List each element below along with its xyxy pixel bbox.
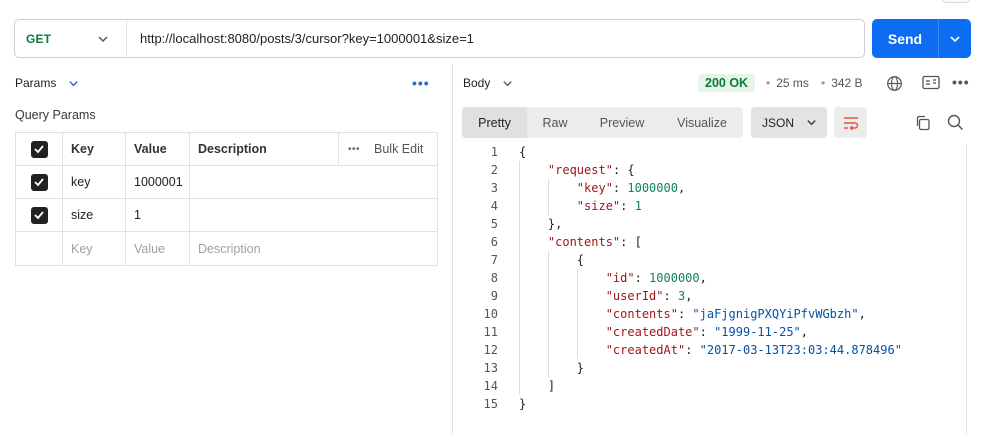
code-line: 3 "key": 1000000, (490, 181, 686, 195)
tab-preview[interactable]: Preview (583, 107, 661, 138)
bulk-edit-button[interactable]: ••• Bulk Edit (339, 133, 437, 165)
code-line: 10 "contents": "jaFjgnigPXQYiPfvWGbzh", (483, 307, 866, 321)
chevron-down-icon (98, 36, 108, 43)
more-icon: ••• (348, 143, 361, 155)
format-label: JSON (762, 115, 795, 130)
view-tabs: Pretty Raw Preview Visualize (462, 107, 743, 138)
query-params-title: Query Params (15, 108, 96, 122)
check-icon (34, 211, 44, 220)
response-time-value: 25 ms (776, 76, 809, 90)
bulk-edit-label: Bulk Edit (374, 142, 424, 156)
check-icon (34, 145, 44, 154)
code-line: 1{ (490, 145, 527, 159)
send-label: Send (887, 30, 923, 47)
more-icon[interactable]: ••• (952, 74, 970, 90)
save-response-icon[interactable] (922, 75, 940, 93)
status-badge[interactable]: 200 OK (698, 74, 756, 92)
tab-pretty[interactable]: Pretty (462, 107, 527, 138)
table-row: key 1000001 (16, 166, 437, 199)
wrap-lines-button[interactable] (834, 107, 867, 138)
body-tab-label: Body (463, 76, 491, 90)
code-line: 13 } (483, 361, 585, 375)
format-select[interactable]: JSON (751, 107, 827, 138)
wrap-lines-icon (843, 116, 858, 130)
params-tab[interactable]: Params (15, 76, 79, 90)
chevron-down-icon (503, 80, 513, 86)
tab-raw[interactable]: Raw (527, 107, 583, 138)
code-line: 9 "userId": 3, (490, 289, 693, 303)
panel-divider[interactable] (452, 64, 453, 435)
select-all-checkbox[interactable] (16, 133, 63, 165)
response-time[interactable]: • 25 ms (766, 76, 809, 90)
row-checkbox[interactable] (16, 166, 63, 198)
top-partial-button[interactable] (941, 0, 971, 3)
code-line: 8 "id": 1000000, (490, 271, 707, 285)
url-bar: GET http://localhost:8080/posts/3/cursor… (14, 19, 865, 58)
header-value: Value (126, 133, 190, 165)
header-description: Description (190, 133, 339, 165)
key-placeholder[interactable]: Key (63, 232, 126, 265)
code-line: 4 "size": 1 (490, 199, 642, 213)
method-select[interactable]: GET (15, 20, 127, 57)
check-icon (34, 178, 44, 187)
code-line: 15} (483, 397, 527, 411)
chevron-down-icon (950, 35, 960, 42)
code-line: 2 "request": { (490, 163, 635, 177)
table-header: Key Value Description ••• Bulk Edit (16, 133, 437, 166)
param-description[interactable] (190, 199, 437, 231)
value-placeholder[interactable]: Value (126, 232, 190, 265)
param-value[interactable]: 1000001 (126, 166, 190, 198)
param-key[interactable]: key (63, 166, 126, 198)
send-options-button[interactable] (939, 33, 971, 45)
param-key[interactable]: size (63, 199, 126, 231)
response-size[interactable]: • 342 B (821, 76, 863, 90)
table-row: size 1 (16, 199, 437, 232)
chevron-down-icon (807, 120, 816, 126)
more-icon[interactable]: ••• (412, 75, 430, 91)
send-button[interactable]: Send (872, 19, 971, 58)
code-line: 14 ] (483, 379, 556, 393)
row-checkbox-empty (16, 232, 63, 265)
body-tab[interactable]: Body (463, 76, 513, 90)
params-tab-label: Params (15, 76, 57, 90)
response-size-value: 342 B (831, 76, 863, 90)
globe-icon[interactable] (886, 75, 903, 95)
copy-icon[interactable] (915, 115, 931, 134)
row-checkbox[interactable] (16, 199, 63, 231)
chevron-down-icon (69, 80, 79, 86)
scroll-track (966, 145, 967, 435)
code-line: 11 "createdDate": "1999-11-25", (483, 325, 809, 339)
query-params-table: Key Value Description ••• Bulk Edit key 1… (15, 132, 438, 266)
code-line: 6 "contents": [ (490, 235, 642, 249)
response-body[interactable]: 1{ 2 "request": { 3 "key": 1000000, 4 "s… (462, 143, 902, 413)
table-row-empty: Key Value Description (16, 232, 437, 265)
description-placeholder[interactable]: Description (190, 232, 437, 265)
tab-visualize[interactable]: Visualize (661, 107, 743, 138)
code-line: 7 { (490, 253, 585, 267)
code-line: 5 }, (490, 217, 563, 231)
param-description[interactable] (190, 166, 437, 198)
url-input[interactable]: http://localhost:8080/posts/3/cursor?key… (127, 31, 474, 46)
method-label: GET (26, 31, 52, 46)
param-value[interactable]: 1 (126, 199, 190, 231)
header-key: Key (63, 133, 126, 165)
search-icon[interactable] (947, 114, 964, 134)
code-line: 12 "createdAt": "2017-03-13T23:03:44.878… (483, 343, 902, 357)
